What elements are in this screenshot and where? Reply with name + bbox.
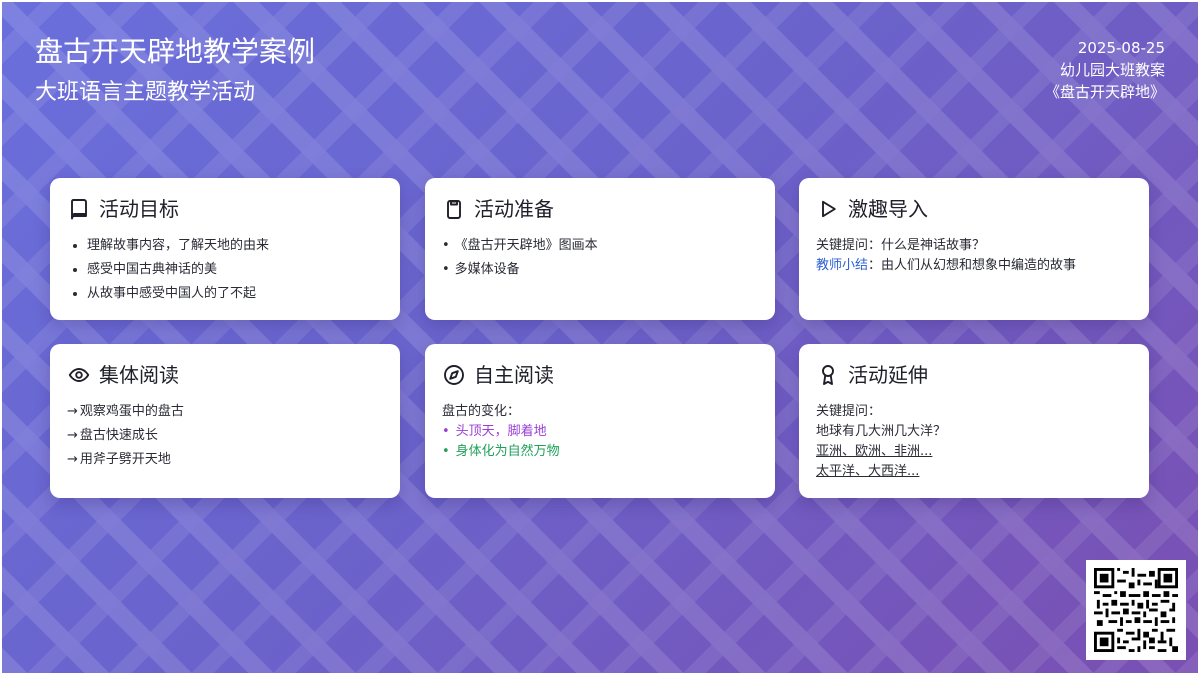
arrow-right-icon: →: [67, 404, 78, 419]
arrow-right-icon: →: [67, 452, 78, 467]
list-item-text: 盘古快速成长: [79, 428, 158, 443]
list-item-text: 用斧子劈开天地: [79, 452, 171, 467]
list-item-text: 多媒体设备: [454, 262, 520, 277]
list-item: 头顶天，脚着地: [442, 422, 758, 442]
question-text: 地球有几大洲几大洋？: [816, 424, 947, 439]
list-item: 感受中国古典神话的美: [87, 260, 383, 280]
list-item: → 盘古快速成长: [67, 426, 383, 446]
list-item: 理解故事内容，了解天地的由来: [87, 236, 383, 256]
clipboard-icon: [442, 197, 466, 221]
arrow-right-icon: →: [67, 428, 78, 443]
card-group-reading: 集体阅读 → 观察鸡蛋中的盘古 → 盘古快速成长 → 用斧子劈开天地: [50, 344, 400, 498]
group-reading-list: → 观察鸡蛋中的盘古 → 盘古快速成长 → 用斧子劈开天地: [67, 402, 383, 470]
slide: 盘古开天辟地教学案例 大班语言主题教学活动 2025-08-25 幼儿园大班教案…: [2, 2, 1198, 673]
class-text: 幼儿园大班教案: [1059, 61, 1165, 79]
card-header: 集体阅读: [67, 362, 383, 388]
oceans-link[interactable]: 太平洋、大西洋...: [816, 462, 1132, 482]
book-icon: [67, 197, 91, 221]
card-body: 关键提问： 地球有几大洲几大洋？ 亚洲、欧洲、非洲... 太平洋、大西洋...: [816, 402, 1132, 482]
qr-code-icon: [1094, 568, 1178, 652]
card-title: 活动准备: [474, 197, 554, 221]
card-body: 理解故事内容，了解天地的由来 感受中国古典神话的美 从故事中感受中国人的了不起: [67, 236, 383, 304]
list-item: 身体化为自然万物: [442, 442, 758, 462]
list-item-text: 头顶天，脚着地: [455, 424, 547, 439]
qr-code: [1086, 560, 1186, 660]
teacher-summary: 教师小结：由人们从幻想和想象中编造的故事: [816, 256, 1132, 276]
card-body: 盘古的变化： 头顶天，脚着地 身体化为自然万物: [442, 402, 758, 462]
page-title: 盘古开天辟地教学案例: [35, 35, 316, 68]
card-interest-intro: 激趣导入 关键提问：什么是神话故事？ 教师小结：由人们从幻想和想象中编造的故事: [799, 178, 1149, 320]
meta-info: 2025-08-25 幼儿园大班教案 《盘古开天辟地》: [1045, 37, 1165, 103]
change-intro: 盘古的变化：: [442, 404, 521, 419]
list-item-text: 《盘古开天辟地》图画本: [454, 238, 598, 253]
date-text: 2025-08-25: [1077, 39, 1165, 57]
list-item-text: 观察鸡蛋中的盘古: [79, 404, 184, 419]
card-body: 关键提问：什么是神话故事？ 教师小结：由人们从幻想和想象中编造的故事: [816, 236, 1132, 276]
list-item: 从故事中感受中国人的了不起: [87, 284, 383, 304]
list-item: 《盘古开天辟地》图画本: [442, 236, 758, 256]
award-icon: [816, 363, 840, 387]
card-header: 活动目标: [67, 196, 383, 222]
self-reading-list: 头顶天，脚着地 身体化为自然万物: [442, 422, 758, 462]
play-icon: [816, 197, 840, 221]
card-header: 活动准备: [442, 196, 758, 222]
card-title: 激趣导入: [848, 197, 928, 221]
goals-list: 理解故事内容，了解天地的由来 感受中国古典神话的美 从故事中感受中国人的了不起: [67, 236, 383, 304]
continents-link[interactable]: 亚洲、欧洲、非洲...: [816, 442, 1132, 462]
list-item: → 观察鸡蛋中的盘古: [67, 402, 383, 422]
eye-icon: [67, 363, 91, 387]
teacher-summary-text: ：由人们从幻想和想象中编造的故事: [868, 258, 1077, 273]
key-question: 关键提问：什么是神话故事？: [816, 238, 986, 253]
card-activity-goals: 活动目标 理解故事内容，了解天地的由来 感受中国古典神话的美 从故事中感受中国人…: [50, 178, 400, 320]
card-body: 《盘古开天辟地》图画本 多媒体设备: [442, 236, 758, 280]
preparation-list: 《盘古开天辟地》图画本 多媒体设备: [442, 236, 758, 280]
card-title: 自主阅读: [474, 363, 554, 387]
card-header: 自主阅读: [442, 362, 758, 388]
card-title: 活动目标: [99, 197, 179, 221]
card-activity-preparation: 活动准备 《盘古开天辟地》图画本 多媒体设备: [425, 178, 775, 320]
card-self-reading: 自主阅读 盘古的变化： 头顶天，脚着地 身体化为自然万物: [425, 344, 775, 498]
question-label: 关键提问：: [816, 404, 882, 419]
teacher-summary-label: 教师小结: [816, 258, 869, 273]
book-text: 《盘古开天辟地》: [1044, 83, 1165, 101]
list-item: → 用斧子劈开天地: [67, 450, 383, 470]
card-header: 活动延伸: [816, 362, 1132, 388]
card-body: → 观察鸡蛋中的盘古 → 盘古快速成长 → 用斧子劈开天地: [67, 402, 383, 470]
card-title: 活动延伸: [848, 363, 928, 387]
card-header: 激趣导入: [816, 196, 1132, 222]
compass-icon: [442, 363, 466, 387]
page-subtitle: 大班语言主题教学活动: [35, 80, 256, 105]
card-extension: 活动延伸 关键提问： 地球有几大洲几大洋？ 亚洲、欧洲、非洲... 太平洋、大西…: [799, 344, 1149, 498]
card-title: 集体阅读: [99, 363, 179, 387]
list-item: 多媒体设备: [442, 260, 758, 280]
list-item-text: 身体化为自然万物: [455, 444, 560, 459]
